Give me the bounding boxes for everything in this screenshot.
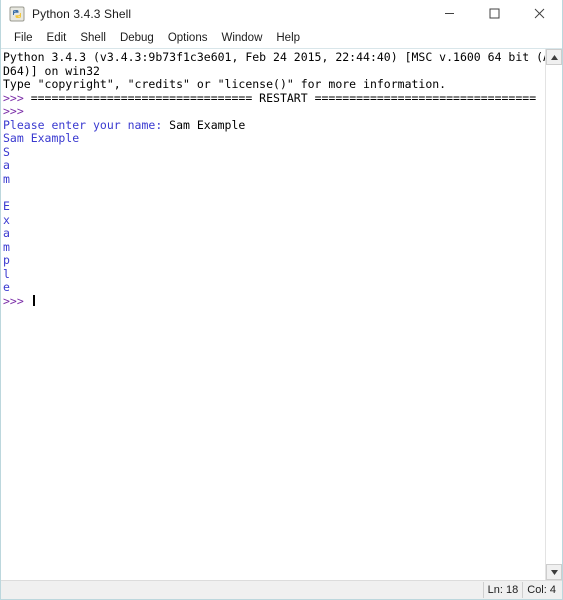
title-bar: Python 3.4.3 Shell bbox=[1, 0, 562, 28]
menu-item-file[interactable]: File bbox=[7, 30, 40, 47]
console-text: S bbox=[3, 144, 10, 159]
vertical-scrollbar[interactable] bbox=[545, 49, 562, 580]
console-text: m bbox=[3, 239, 10, 254]
console-line: D64)] on win32 bbox=[3, 63, 545, 79]
status-column-number: Col: 4 bbox=[522, 582, 560, 598]
scroll-down-arrow-icon[interactable] bbox=[546, 564, 562, 580]
menu-item-shell[interactable]: Shell bbox=[73, 30, 113, 47]
minimize-icon bbox=[444, 8, 455, 19]
console-text: Please enter your name: bbox=[3, 117, 170, 132]
console-text: >>> bbox=[3, 293, 31, 308]
console-line: x bbox=[3, 212, 545, 228]
menu-item-debug[interactable]: Debug bbox=[113, 30, 161, 47]
console-line: >>> ================================ RES… bbox=[3, 90, 545, 106]
menu-item-help[interactable]: Help bbox=[269, 30, 307, 47]
console-line: Python 3.4.3 (v3.4.3:9b73f1c3e601, Feb 2… bbox=[3, 50, 545, 65]
console-text: l bbox=[3, 266, 10, 281]
console-line: >>> bbox=[3, 104, 545, 119]
console-text: >>> bbox=[3, 104, 31, 119]
console-line: Type "copyright", "credits" or "license(… bbox=[3, 77, 545, 92]
console-line: p bbox=[3, 253, 545, 268]
status-line-number: Ln: 18 bbox=[482, 582, 523, 598]
console-area: Python 3.4.3 (v3.4.3:9b73f1c3e601, Feb 2… bbox=[1, 49, 562, 580]
text-cursor bbox=[32, 294, 35, 306]
console-text: ================================ RESTART… bbox=[30, 90, 537, 105]
status-bar: Ln: 18 Col: 4 bbox=[1, 580, 562, 599]
console-line: E bbox=[3, 199, 545, 214]
console-text: p bbox=[3, 253, 10, 268]
menu-item-window[interactable]: Window bbox=[214, 30, 269, 47]
console-text: D64)] on win32 bbox=[3, 63, 100, 78]
console-line: m bbox=[3, 239, 545, 255]
menu-bar: File Edit Shell Debug Options Window Help bbox=[1, 28, 562, 49]
console-line: l bbox=[3, 266, 545, 282]
window-controls bbox=[427, 0, 562, 27]
console-line bbox=[3, 186, 545, 200]
console-text: a bbox=[3, 226, 10, 241]
console-text: m bbox=[3, 171, 10, 186]
python-idle-icon bbox=[9, 6, 25, 22]
console-text: Sam Example bbox=[3, 131, 80, 146]
console-line: a bbox=[3, 226, 545, 241]
window-title: Python 3.4.3 Shell bbox=[32, 6, 132, 21]
console-line: S bbox=[3, 144, 545, 160]
console-line: Sam Example bbox=[3, 132, 545, 146]
console-text: Type "copyright", "credits" or "license(… bbox=[3, 77, 447, 92]
console-text: a bbox=[3, 158, 10, 173]
console-text: Python 3.4.3 (v3.4.3:9b73f1c3e601, Feb 2… bbox=[3, 50, 545, 64]
close-button[interactable] bbox=[517, 0, 562, 27]
minimize-button[interactable] bbox=[427, 0, 472, 27]
console-line: e bbox=[3, 281, 545, 295]
console-text: Sam Example bbox=[169, 117, 246, 132]
console-line: Please enter your name: Sam Example bbox=[3, 117, 545, 133]
python-shell-window: Python 3.4.3 Shell File Edit Shell Debug… bbox=[0, 0, 563, 600]
console-line: m bbox=[3, 171, 545, 187]
maximize-button[interactable] bbox=[472, 0, 517, 27]
close-icon bbox=[534, 8, 545, 19]
scrollbar-track[interactable] bbox=[546, 65, 562, 564]
maximize-icon bbox=[489, 8, 500, 19]
menu-item-edit[interactable]: Edit bbox=[40, 30, 74, 47]
scroll-up-arrow-icon[interactable] bbox=[546, 49, 562, 65]
console-text: >>> bbox=[3, 90, 31, 105]
console-line: >>> bbox=[3, 293, 545, 309]
console-text: E bbox=[3, 199, 10, 214]
console-line: a bbox=[3, 159, 545, 173]
console-text: x bbox=[3, 212, 10, 227]
shell-output[interactable]: Python 3.4.3 (v3.4.3:9b73f1c3e601, Feb 2… bbox=[1, 49, 545, 580]
menu-item-options[interactable]: Options bbox=[161, 30, 215, 47]
console-text: e bbox=[3, 280, 10, 295]
